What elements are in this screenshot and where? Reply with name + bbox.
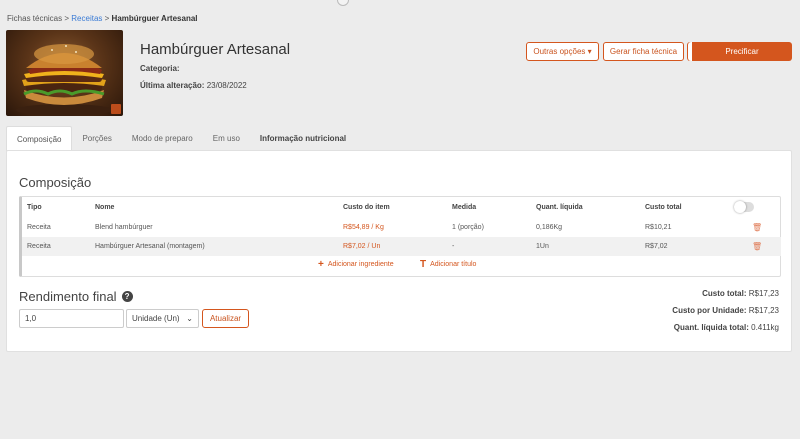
- cost-per-unit-value: R$17,23: [748, 306, 779, 315]
- chevron-down-icon: ⌄: [186, 314, 193, 323]
- burger-image: [16, 44, 112, 116]
- tab-composicao[interactable]: Composição: [6, 126, 73, 151]
- yield-value-input[interactable]: [19, 309, 124, 328]
- breadcrumb-current: Hambúrguer Artesanal: [111, 14, 198, 23]
- col-custo: Custo do item: [343, 204, 390, 211]
- col-total: Custo total: [645, 204, 682, 211]
- composition-panel: Composição Tipo Nome Custo do item Medid…: [6, 150, 792, 352]
- yield-title-text: Rendimento final: [19, 289, 117, 304]
- add-title-label: Adicionar título: [430, 261, 477, 268]
- tab-em-uso[interactable]: Em uso: [203, 126, 250, 151]
- more-options-button[interactable]: Outras opções ▾: [526, 42, 599, 61]
- table-row[interactable]: Receita Blend hambúrguer R$54,89 / Kg 1 …: [22, 218, 781, 237]
- recipe-category: Categoria:: [140, 64, 180, 73]
- help-icon[interactable]: ?: [121, 291, 133, 302]
- cell-custo[interactable]: R$7,02 / Un: [343, 243, 380, 250]
- top-handle: [337, 0, 349, 6]
- breadcrumb-receitas[interactable]: Receitas: [71, 14, 102, 23]
- cell-nome: Blend hambúrguer: [95, 224, 153, 231]
- caret-down-icon: ▾: [587, 47, 592, 56]
- cell-quant: 0,186Kg: [536, 224, 563, 231]
- cell-medida: -: [452, 243, 455, 250]
- net-quantity-label: Quant. líquida total:: [673, 323, 749, 332]
- net-quantity-total: Quant. líquida total: 0.411kg: [674, 323, 779, 332]
- recipe-last-change: Última alteração: 23/08/2022: [140, 81, 247, 90]
- category-label: Categoria:: [140, 64, 180, 73]
- unit-select-value: Unidade (Un): [132, 314, 180, 323]
- total-cost: Custo total: R$17,23: [702, 289, 779, 298]
- expand-photo-icon[interactable]: [111, 104, 121, 114]
- text-icon: T: [420, 259, 427, 270]
- recipe-photo[interactable]: [6, 30, 123, 116]
- plus-icon: +: [318, 259, 324, 270]
- cell-tipo: Receita: [27, 243, 51, 250]
- breadcrumb-sep: >: [104, 14, 110, 23]
- yield-title: Rendimento final ?: [19, 289, 133, 304]
- cell-custo[interactable]: R$54,89 / Kg: [343, 224, 384, 231]
- cell-nome: Hambúrguer Artesanal (montagem): [95, 243, 205, 250]
- table-toggle[interactable]: [734, 201, 754, 213]
- add-ingredient-label: Adicionar ingrediente: [327, 261, 394, 268]
- total-cost-label: Custo total:: [702, 289, 747, 298]
- recipe-title: Hambúrguer Artesanal: [140, 41, 291, 58]
- cost-per-unit-label: Custo por Unidade:: [672, 306, 747, 315]
- last-change-label: Última alteração:: [140, 81, 205, 90]
- tab-bar: Composição Porções Modo de preparo Em us…: [6, 126, 356, 151]
- cost-per-unit: Custo por Unidade: R$17,23: [672, 306, 779, 315]
- tab-porcoes[interactable]: Porções: [72, 126, 121, 151]
- more-options-label: Outras opções: [533, 47, 586, 56]
- tab-info-nutricional[interactable]: Informação nutricional: [250, 126, 356, 151]
- breadcrumb: Fichas técnicas > Receitas > Hambúrguer …: [7, 14, 198, 23]
- add-ingredient-button[interactable]: + Adicionar ingrediente: [318, 259, 394, 270]
- cell-quant: 1Un: [536, 243, 549, 250]
- trash-icon[interactable]: 🗑: [752, 242, 762, 251]
- cell-total: R$7,02: [645, 243, 668, 250]
- trash-icon[interactable]: 🗑: [752, 223, 762, 232]
- col-medida: Medida: [452, 204, 477, 211]
- tab-modo-preparo[interactable]: Modo de preparo: [122, 126, 203, 151]
- breadcrumb-sep: >: [64, 14, 70, 23]
- col-quant: Quant. líquida: [536, 204, 583, 211]
- unit-select[interactable]: Unidade (Un) ⌄: [126, 309, 199, 328]
- table-header: Tipo Nome Custo do item Medida Quant. lí…: [22, 198, 781, 217]
- last-change-value: 23/08/2022: [206, 81, 247, 90]
- update-button[interactable]: Atualizar: [202, 309, 249, 328]
- price-button[interactable]: Precificar: [688, 42, 792, 61]
- composition-table: Tipo Nome Custo do item Medida Quant. lí…: [19, 196, 781, 277]
- col-nome: Nome: [95, 204, 115, 211]
- composition-title: Composição: [19, 175, 92, 190]
- net-quantity-value: 0.411kg: [751, 323, 779, 332]
- breadcrumb-root[interactable]: Fichas técnicas: [7, 14, 62, 23]
- generate-sheet-button[interactable]: Gerar ficha técnica: [603, 42, 684, 61]
- cell-medida: 1 (porção): [452, 224, 484, 231]
- cell-tipo: Receita: [27, 224, 51, 231]
- total-cost-value: R$17,23: [748, 289, 779, 298]
- cell-total: R$10,21: [645, 224, 672, 231]
- add-title-button[interactable]: T Adicionar título: [420, 259, 476, 270]
- table-row[interactable]: Receita Hambúrguer Artesanal (montagem) …: [22, 237, 781, 256]
- col-tipo: Tipo: [27, 204, 42, 211]
